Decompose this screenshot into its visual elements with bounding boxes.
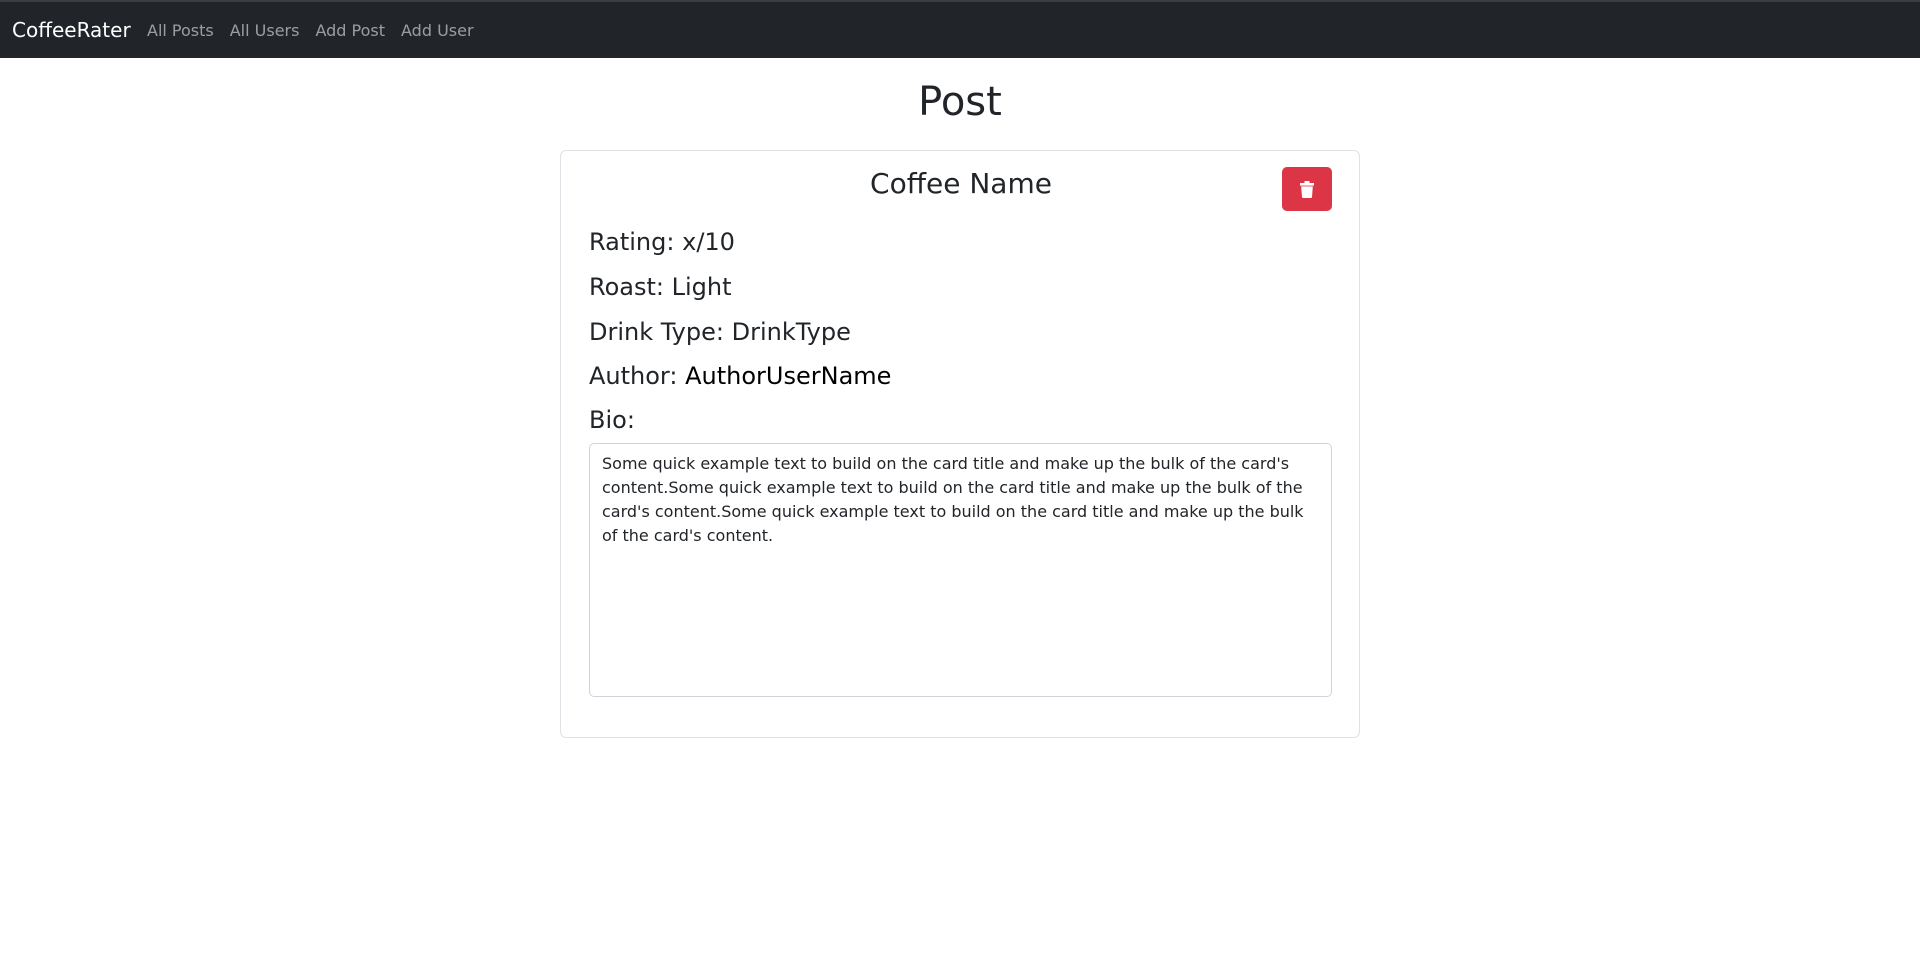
bio-label: Bio: bbox=[589, 406, 635, 434]
delete-post-button[interactable] bbox=[1282, 167, 1332, 211]
rating-value: x/10 bbox=[682, 228, 735, 256]
drink-type-row: Drink Type: DrinkType bbox=[589, 316, 851, 348]
roast-row: Roast: Light bbox=[589, 271, 732, 303]
nav-link-add-user[interactable]: Add User bbox=[401, 21, 474, 41]
nav-links: All Posts All Users Add Post Add User bbox=[147, 21, 490, 41]
roast-label: Roast: bbox=[589, 273, 664, 301]
nav-link-all-posts[interactable]: All Posts bbox=[147, 21, 214, 41]
nav-link-all-users[interactable]: All Users bbox=[230, 21, 300, 41]
page-title: Post bbox=[918, 79, 1002, 125]
nav-link-add-post[interactable]: Add Post bbox=[315, 21, 385, 41]
rating-row: Rating: x/10 bbox=[589, 226, 735, 258]
rating-label: Rating: bbox=[589, 228, 675, 256]
post-card: Coffee Name Rating: x/10 Roast: Light Dr… bbox=[560, 150, 1360, 738]
drink-type-value: DrinkType bbox=[731, 318, 851, 346]
drink-type-label: Drink Type: bbox=[589, 318, 724, 346]
top-navbar: CoffeeRater All Posts All Users Add Post… bbox=[0, 0, 1920, 58]
author-row: Author: AuthorUserName bbox=[589, 360, 891, 392]
author-label: Author: bbox=[589, 362, 678, 390]
author-link[interactable]: AuthorUserName bbox=[685, 362, 891, 390]
bio-textarea[interactable]: Some quick example text to build on the … bbox=[589, 443, 1332, 697]
roast-value: Light bbox=[671, 273, 732, 301]
coffee-name: Coffee Name bbox=[870, 167, 1052, 200]
brand-link[interactable]: CoffeeRater bbox=[12, 18, 131, 42]
trash-icon bbox=[1300, 180, 1314, 198]
